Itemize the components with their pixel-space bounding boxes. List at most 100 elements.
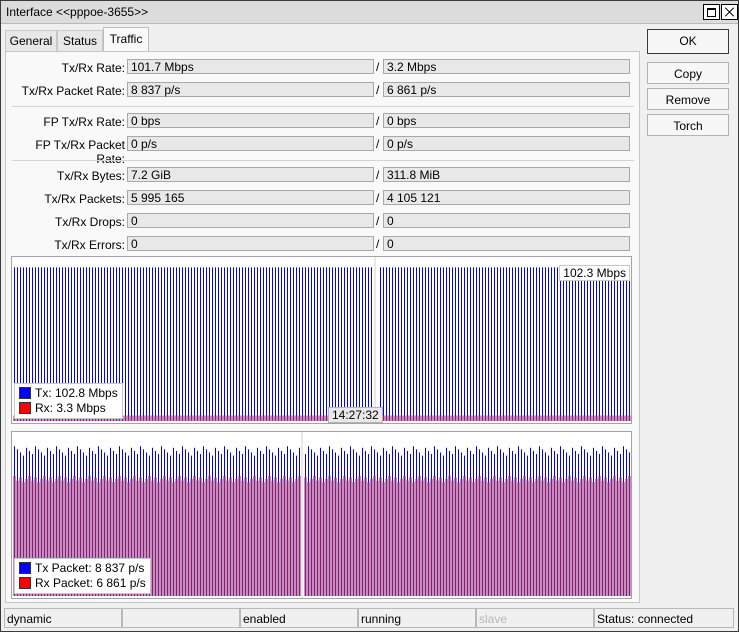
packet-rx-bar [151,480,154,596]
rate-tx-bar [146,267,147,421]
rate-rx-bar [598,415,601,421]
rate-legend-rx-text: Rx: 3.3 Mbps [35,401,106,415]
rate-tx-bar [290,267,291,421]
rate-tx-bar [428,267,429,421]
rx-errors-field: 0 [383,236,630,251]
packet-rx-bar [619,477,622,596]
ok-button[interactable]: OK [647,29,729,54]
packet-rx-bar [535,479,538,596]
rate-rx-bar [424,415,427,421]
maximize-icon[interactable] [703,4,720,20]
rate-tx-bar [572,267,573,421]
tab-status[interactable]: Status [57,30,103,51]
rx-color-swatch [19,577,31,589]
rate-tx-bar [440,267,441,421]
packet-rx-bar [436,480,439,596]
packet-rx-bar [361,480,364,596]
rate-rx-bar [466,415,469,421]
rate-rx-bar [394,415,397,421]
packet-rx-bar [229,477,232,596]
rate-legend-rx: Rx: 3.3 Mbps [19,401,118,416]
packet-legend-rx-text: Rx Packet: 6 861 p/s [35,576,146,590]
rate-rx-bar [211,415,214,421]
rate-tx-bar [236,267,237,421]
rate-tx-bar [206,267,207,421]
rate-rx-bar [616,415,619,421]
rate-tx-bar [527,267,528,421]
rate-rx-bar [562,415,565,421]
rate-tx-bar [323,267,324,421]
packet-legend-rx: Rx Packet: 6 861 p/s [19,576,146,591]
separator-slash: / [376,137,380,151]
rate-rx-bar [271,415,274,421]
rate-rx-bar [184,415,187,421]
rate-rx-bar [283,415,286,421]
rate-tx-bar [518,267,519,421]
packet-rx-bar [415,479,418,596]
rate-rx-bar [256,415,259,421]
rate-rx-bar [124,415,127,421]
status-enabled: enabled [240,608,358,628]
rate-legend: Tx: 102.8 Mbps Rx: 3.3 Mbps [14,383,123,419]
copy-button[interactable]: Copy [647,62,729,84]
packet-rx-bar [298,475,301,596]
packet-rx-bar [418,475,421,596]
close-icon[interactable] [721,4,738,20]
rate-tx-bar [503,267,504,421]
rate-rx-bar [235,415,238,421]
packet-rx-bar [313,475,316,596]
rate-tx-bar [620,267,621,421]
rate-rx-bar [388,415,391,421]
fp-rx-packet-rate-field: 0 p/s [383,136,630,151]
traffic-panel: Tx/Rx Rate: 101.7 Mbps / 3.2 Mbps Tx/Rx … [5,51,640,603]
rate-tx-bar [188,267,189,421]
rate-tx-bar [197,267,198,421]
rate-rx-bar [199,415,202,421]
rate-tx-bar [542,267,543,421]
packet-rx-bar [370,479,373,596]
rate-tx-bar [422,267,423,421]
torch-button[interactable]: Torch [647,114,729,136]
rate-rx-bar [163,415,166,421]
rate-rx-bar [268,415,271,421]
packet-rx-bar [250,479,253,596]
fp-tx-rx-rate-label: FP Tx/Rx Rate: [43,115,125,129]
rate-tx-bar [365,267,366,421]
rate-rx-bar [574,415,577,421]
rx-rate-field: 3.2 Mbps [383,59,630,74]
rate-rx-bar [478,415,481,421]
rate-tx-bar [401,267,402,421]
rate-tx-bar [179,267,180,421]
tab-traffic[interactable]: Traffic [103,27,149,52]
rate-rx-bar [400,415,403,421]
packet-rx-bar [262,482,265,596]
rate-tx-bar [449,267,450,421]
rate-rx-bar [385,415,388,421]
rate-tx-bar [203,267,204,421]
rate-rx-bar [196,415,199,421]
rate-tx-bar [473,267,474,421]
rate-tx-bar [194,267,195,421]
rate-tx-bar [362,267,363,421]
rate-tx-bar [137,267,138,421]
rate-tx-bar [371,267,372,421]
rate-rx-bar [166,415,169,421]
rate-rx-bar [409,415,412,421]
rate-tx-bar [530,267,531,421]
rate-tx-bar [356,267,357,421]
rate-rx-bar [133,415,136,421]
rate-rx-bar [310,415,313,421]
packet-rx-bar [550,479,553,596]
rate-tx-bar [617,267,618,421]
rate-tx-bar [488,267,489,421]
tab-general[interactable]: General [5,30,57,51]
rate-rx-bar [625,415,628,421]
rate-tx-bar [623,267,624,421]
remove-button[interactable]: Remove [647,88,729,110]
packet-rx-bar [346,480,349,596]
packet-rx-bar [391,480,394,596]
packet-rx-bar [400,479,403,596]
rate-tx-bar [170,267,171,421]
packet-rx-bar [259,477,262,596]
packet-rx-bar [322,482,325,596]
